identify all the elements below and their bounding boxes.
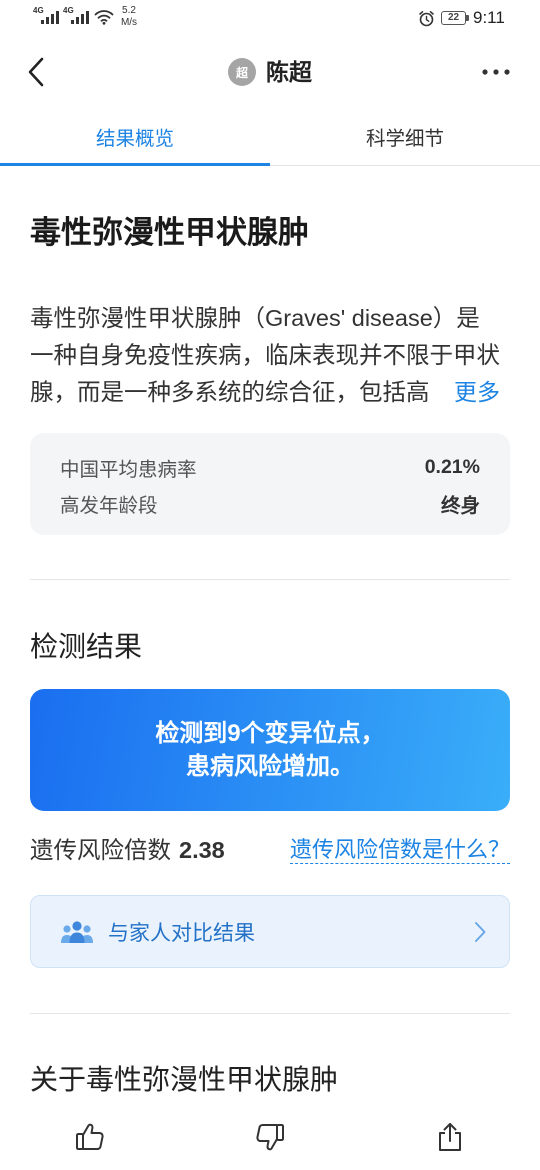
stat-row: 中国平均患病率 0.21% [60, 449, 480, 485]
result-section-title: 检测结果 [30, 631, 143, 662]
result-summary-line: 检测到9个变异位点， [155, 720, 385, 747]
chevron-left-icon [28, 57, 44, 87]
chevron-right-icon [475, 922, 486, 942]
more-button[interactable] [481, 66, 511, 78]
tab-scientific-details[interactable]: 科学细节 [270, 108, 540, 165]
stat-row: 高发年龄段 终身 [60, 485, 480, 521]
page-title: 毒性弥漫性甲状腺肿 [30, 215, 309, 250]
risk-help-link[interactable]: 遗传风险倍数是什么？ [289, 836, 510, 864]
clock: 9:11 [473, 8, 505, 27]
disease-description: 毒性弥漫性甲状腺肿（Graves' disease）是 一种自身免疫性疾病，临床… [30, 300, 510, 411]
battery-terminal [466, 15, 469, 21]
user-name: 陈超 [266, 59, 312, 85]
network-speed-unit: M/s [120, 17, 138, 28]
back-button[interactable] [22, 56, 50, 88]
stat-value: 0.21% [424, 455, 480, 478]
section-divider [30, 1013, 510, 1014]
share-button[interactable] [434, 1121, 466, 1153]
stat-label: 高发年龄段 [60, 494, 158, 517]
family-icon [61, 920, 93, 943]
alarm-icon [419, 11, 434, 27]
prevalence-card: 中国平均患病率 0.21% 高发年龄段 终身 [30, 433, 510, 535]
tab-label: 结果概览 [95, 128, 174, 150]
compare-with-family-label: 与家人对比结果 [108, 921, 255, 945]
bottom-action-bar [0, 1105, 540, 1170]
risk-multiplier: 遗传风险倍数 2.38 [30, 832, 225, 868]
wifi-icon [94, 10, 114, 25]
stat-label: 中国平均患病率 [60, 458, 197, 481]
section-divider [30, 579, 510, 580]
active-tab-indicator [0, 163, 270, 166]
signal-icon [41, 11, 59, 24]
thumbs-down-icon [256, 1124, 284, 1151]
thumbs-up-icon [76, 1123, 104, 1150]
compare-with-family-button[interactable]: 与家人对比结果 [30, 895, 510, 968]
result-summary-line: 患病风险增加。 [186, 753, 354, 780]
dislike-button[interactable] [254, 1121, 286, 1153]
status-bar: 4G 4G 5.2 M/s 22 9:11 [0, 0, 540, 36]
share-icon [439, 1123, 461, 1151]
tab-bar: 结果概览 科学细节 [0, 108, 540, 166]
top-app-bar: 超 陈超 [0, 36, 540, 108]
about-section-title: 关于毒性弥漫性甲状腺肿 [30, 1064, 339, 1095]
network-speed: 5.2 M/s [117, 5, 141, 29]
more-horizontal-icon [482, 69, 510, 75]
battery-icon: 22 [441, 11, 466, 25]
battery-level: 22 [447, 12, 460, 23]
profile-switcher[interactable]: 超 陈超 [228, 58, 312, 86]
network-speed-value: 5.2 [122, 5, 136, 16]
read-more-link[interactable]: 更多 [429, 374, 500, 411]
signal-icon [71, 11, 89, 24]
result-banner: 检测到9个变异位点， 患病风险增加。 [30, 689, 510, 811]
tab-overview[interactable]: 结果概览 [0, 108, 270, 166]
stat-value: 终身 [440, 494, 480, 517]
avatar-initial: 超 [235, 65, 248, 80]
risk-multiplier-label: 遗传风险倍数 [30, 837, 171, 863]
description-line: 毒性弥漫性甲状腺肿（Graves' disease）是 [30, 305, 480, 331]
like-button[interactable] [74, 1121, 106, 1153]
avatar: 超 [228, 58, 256, 86]
risk-multiplier-value: 2.38 [179, 837, 225, 863]
description-line: 一种自身免疫性疾病，临床表现并不限于甲状 [30, 342, 500, 368]
tab-label: 科学细节 [365, 128, 444, 150]
